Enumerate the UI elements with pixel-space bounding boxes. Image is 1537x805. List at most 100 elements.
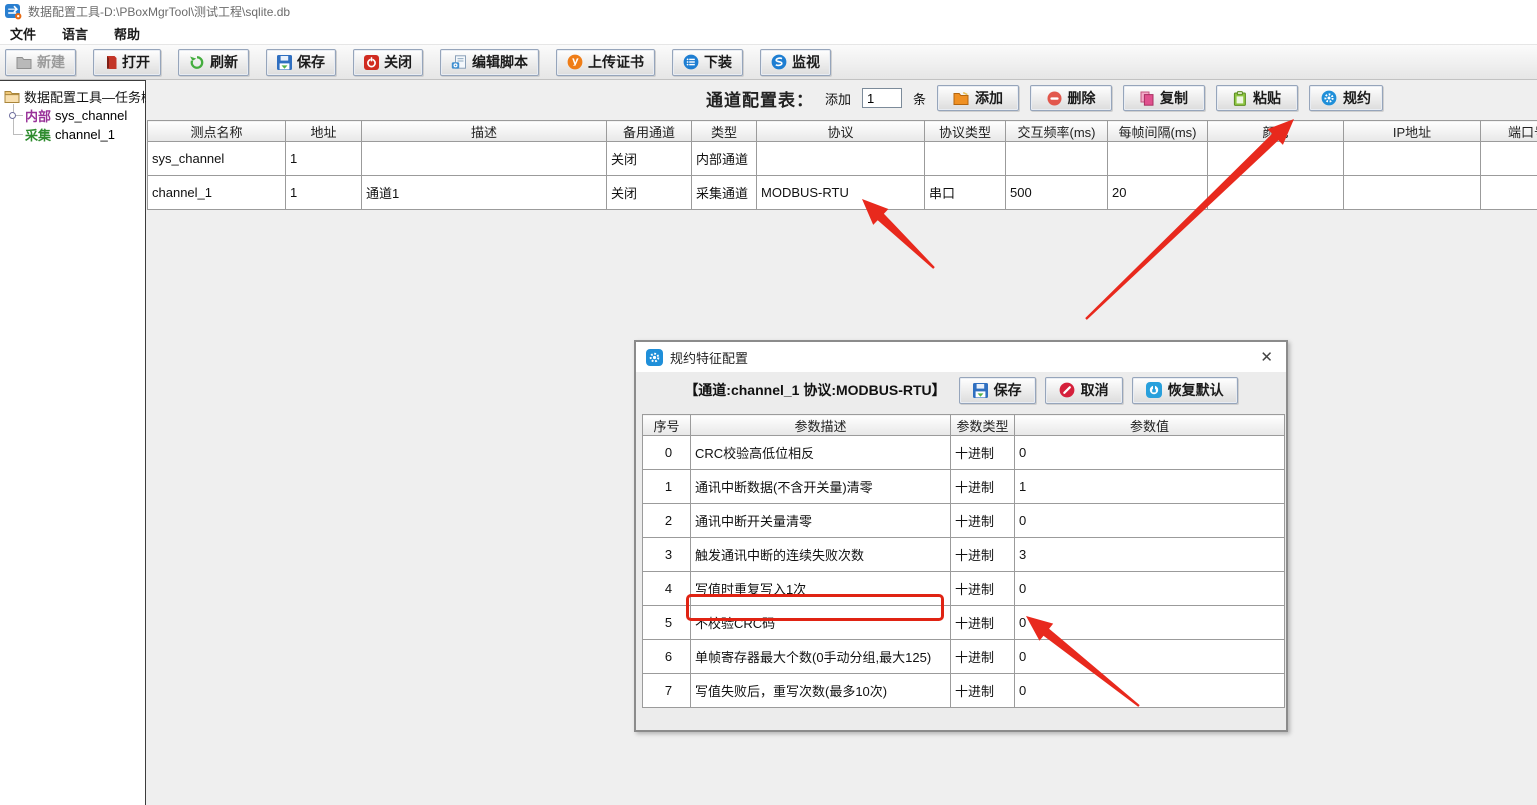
- param-desc[interactable]: 通讯中断开关量清零: [691, 504, 951, 538]
- param-type[interactable]: 十进制: [951, 436, 1015, 470]
- param-value[interactable]: 0: [1015, 436, 1285, 470]
- col-header-param-type[interactable]: 参数类型: [951, 415, 1015, 436]
- close-button[interactable]: 关闭: [353, 49, 423, 76]
- cell-port[interactable]: [1481, 142, 1537, 176]
- cell-frame-interval[interactable]: 20: [1108, 176, 1208, 210]
- tree-item-channel-1[interactable]: 采集 channel_1: [13, 125, 145, 144]
- param-value[interactable]: 3: [1015, 538, 1285, 572]
- cell-color[interactable]: [1208, 176, 1344, 210]
- add-count-input[interactable]: [862, 88, 902, 108]
- col-header-param-desc[interactable]: 参数描述: [691, 415, 951, 436]
- cell-description[interactable]: [362, 142, 607, 176]
- monitor-button[interactable]: 监视: [760, 49, 831, 76]
- col-header-backup[interactable]: 备用通道: [607, 121, 692, 142]
- col-header-frame-interval[interactable]: 每帧间隔(ms): [1108, 121, 1208, 142]
- param-index[interactable]: 1: [643, 470, 691, 504]
- param-row-3: 3 触发通讯中断的连续失败次数 十进制 3: [643, 538, 1285, 572]
- col-header-protocol-type[interactable]: 协议类型: [925, 121, 1006, 142]
- cell-name[interactable]: sys_channel: [148, 142, 286, 176]
- cell-poll-freq[interactable]: [1006, 142, 1108, 176]
- col-header-description[interactable]: 描述: [362, 121, 607, 142]
- cell-backup[interactable]: 关闭: [607, 142, 692, 176]
- dialog-cancel-button[interactable]: 取消: [1045, 377, 1123, 404]
- save-button[interactable]: 保存: [266, 49, 336, 76]
- col-header-protocol[interactable]: 协议: [757, 121, 925, 142]
- param-desc[interactable]: 写值时重复写入1次: [691, 572, 951, 606]
- cell-protocol-type[interactable]: 串口: [925, 176, 1006, 210]
- param-value[interactable]: 0: [1015, 504, 1285, 538]
- open-button[interactable]: 打开: [93, 49, 161, 76]
- download-button[interactable]: 下装: [672, 49, 743, 76]
- param-value[interactable]: 0: [1015, 606, 1285, 640]
- param-type[interactable]: 十进制: [951, 470, 1015, 504]
- col-header-param-value[interactable]: 参数值: [1015, 415, 1285, 436]
- param-type[interactable]: 十进制: [951, 640, 1015, 674]
- cell-type[interactable]: 内部通道: [692, 142, 757, 176]
- cell-frame-interval[interactable]: [1108, 142, 1208, 176]
- param-desc[interactable]: 触发通讯中断的连续失败次数: [691, 538, 951, 572]
- tree-item-sys-channel[interactable]: 内部 sys_channel: [13, 106, 145, 125]
- cell-description[interactable]: 通道1: [362, 176, 607, 210]
- param-index[interactable]: 6: [643, 640, 691, 674]
- param-value[interactable]: 1: [1015, 470, 1285, 504]
- param-index[interactable]: 2: [643, 504, 691, 538]
- cell-color[interactable]: [1208, 142, 1344, 176]
- param-type[interactable]: 十进制: [951, 674, 1015, 708]
- col-header-type[interactable]: 类型: [692, 121, 757, 142]
- cell-ip[interactable]: [1344, 176, 1481, 210]
- cell-address[interactable]: 1: [286, 176, 362, 210]
- cell-address[interactable]: 1: [286, 142, 362, 176]
- param-value[interactable]: 0: [1015, 572, 1285, 606]
- col-header-ip[interactable]: IP地址: [1344, 121, 1481, 142]
- cell-ip[interactable]: [1344, 142, 1481, 176]
- param-type[interactable]: 十进制: [951, 572, 1015, 606]
- param-index[interactable]: 7: [643, 674, 691, 708]
- cell-name[interactable]: channel_1: [148, 176, 286, 210]
- paste-button[interactable]: 粘贴: [1216, 85, 1298, 111]
- cell-protocol-selected[interactable]: MODBUS-RTU: [757, 176, 925, 210]
- param-index[interactable]: 0: [643, 436, 691, 470]
- param-desc[interactable]: 写值失败后，重写次数(最多10次): [691, 674, 951, 708]
- menu-file[interactable]: 文件: [10, 24, 36, 43]
- col-header-address[interactable]: 地址: [286, 121, 362, 142]
- new-button[interactable]: 新建: [5, 49, 76, 76]
- refresh-button[interactable]: 刷新: [178, 49, 249, 76]
- tree-children: 内部 sys_channel 采集 channel_1: [13, 106, 145, 144]
- col-header-name[interactable]: 测点名称: [148, 121, 286, 142]
- param-type[interactable]: 十进制: [951, 504, 1015, 538]
- delete-row-button[interactable]: 删除: [1030, 85, 1112, 111]
- cell-port[interactable]: [1481, 176, 1537, 210]
- param-value[interactable]: 0: [1015, 674, 1285, 708]
- param-value[interactable]: 0: [1015, 640, 1285, 674]
- tree-node-handle-icon[interactable]: [9, 112, 16, 119]
- menu-language[interactable]: 语言: [62, 24, 88, 43]
- param-type[interactable]: 十进制: [951, 606, 1015, 640]
- param-index[interactable]: 3: [643, 538, 691, 572]
- cell-protocol-type[interactable]: [925, 142, 1006, 176]
- add-row-button[interactable]: 添加: [937, 85, 1019, 111]
- dialog-close-icon[interactable]: ✕: [1257, 348, 1276, 366]
- dialog-save-button[interactable]: 保存: [959, 377, 1036, 404]
- upload-cert-button[interactable]: 上传证书: [556, 49, 655, 76]
- param-index[interactable]: 5: [643, 606, 691, 640]
- copy-button[interactable]: 复制: [1123, 85, 1205, 111]
- param-desc[interactable]: 不校验CRC码: [691, 606, 951, 640]
- cell-type[interactable]: 采集通道: [692, 176, 757, 210]
- cell-poll-freq[interactable]: 500: [1006, 176, 1108, 210]
- param-desc[interactable]: CRC校验高低位相反: [691, 436, 951, 470]
- param-index[interactable]: 4: [643, 572, 691, 606]
- col-header-index[interactable]: 序号: [643, 415, 691, 436]
- tree-root[interactable]: 数据配置工具—任务树: [4, 87, 145, 106]
- menu-help[interactable]: 帮助: [114, 24, 140, 43]
- cell-backup[interactable]: 关闭: [607, 176, 692, 210]
- dialog-restore-default-button[interactable]: 恢复默认: [1132, 377, 1238, 404]
- param-desc[interactable]: 通讯中断数据(不含开关量)清零: [691, 470, 951, 504]
- col-header-poll-freq[interactable]: 交互频率(ms): [1006, 121, 1108, 142]
- cell-protocol[interactable]: [757, 142, 925, 176]
- col-header-color[interactable]: 颜色: [1208, 121, 1344, 142]
- param-type[interactable]: 十进制: [951, 538, 1015, 572]
- protocol-button[interactable]: 规约: [1309, 85, 1383, 111]
- param-desc-highlighted[interactable]: 单帧寄存器最大个数(0手动分组,最大125): [691, 640, 951, 674]
- col-header-port[interactable]: 端口号: [1481, 121, 1537, 142]
- edit-script-button[interactable]: 编辑脚本: [440, 49, 539, 76]
